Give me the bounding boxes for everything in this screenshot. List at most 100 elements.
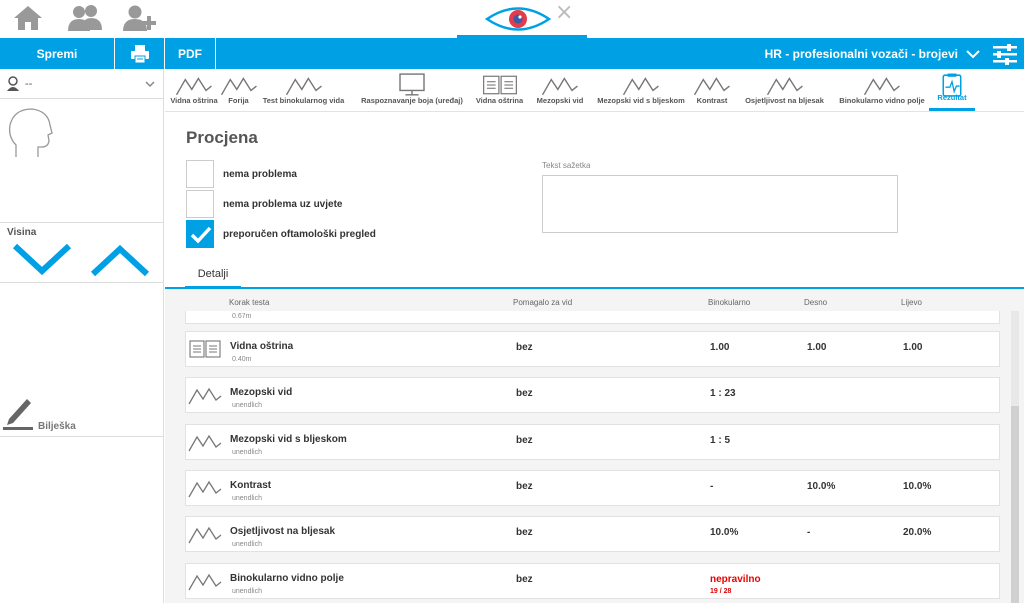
- book-icon: [188, 338, 222, 365]
- checkbox-no-problem-conditions[interactable]: [186, 190, 214, 218]
- row-distance: unendlich: [232, 587, 262, 595]
- table-row[interactable]: Mezopski vid unendlich bez 1 : 23: [185, 377, 1000, 414]
- close-icon[interactable]: ×: [555, 0, 573, 25]
- table-row[interactable]: Vidna oštrina 0.40m bez 1.00 1.00 1.00: [185, 331, 1000, 367]
- chevron-down-icon[interactable]: [145, 80, 155, 88]
- row-vision-aid: bez: [516, 388, 533, 400]
- table-row[interactable]: Kontrast unendlich bez - 10.0% 10.0%: [185, 469, 1000, 506]
- row-distance: unendlich: [232, 448, 262, 456]
- note-label: Bilješka: [38, 421, 76, 432]
- add-user-icon[interactable]: [122, 4, 158, 37]
- row-right-eye: -: [807, 527, 811, 539]
- mountain-icon: [188, 477, 222, 504]
- tab-label: Mezopski vid: [536, 96, 584, 105]
- mountain-icon: [188, 523, 222, 550]
- tab-label: Forija: [228, 96, 249, 105]
- row-vision-aid: bez: [516, 573, 533, 585]
- checkbox-no-problem[interactable]: [186, 160, 214, 188]
- row-distance: 0.67m: [232, 313, 252, 320]
- scrollbar-thumb[interactable]: [1011, 406, 1019, 603]
- mountain-icon: [188, 384, 222, 411]
- tab-6[interactable]: Mezopski vid: [528, 69, 592, 111]
- table-row[interactable]: Osjetljivost na bljesak unendlich bez 10.0%…: [185, 516, 1000, 553]
- tab-2[interactable]: Forija: [220, 69, 257, 111]
- mountain-icon: [188, 570, 222, 597]
- chevron-down-icon[interactable]: [966, 47, 980, 65]
- tab-label: Rezultat: [937, 93, 967, 102]
- tab-label: Osjetljivost na bljesak: [745, 96, 824, 105]
- row-step-name: Binokularno vidno polje: [230, 572, 344, 584]
- row-binocular: 1 : 23: [710, 388, 736, 400]
- test-tabs: Vidna oštrina Forija Test binokularnog vid…: [165, 69, 1024, 112]
- save-button[interactable]: Spremi: [0, 38, 115, 69]
- profile-title[interactable]: HR - profesionalni vozači - brojevi: [765, 47, 958, 61]
- table-row[interactable]: Mezopski vid s bljeskom unendlich bez 1 : 5: [185, 423, 1000, 460]
- row-distance: 0.40m: [232, 356, 252, 363]
- row-left-eye: 20.0%: [903, 527, 932, 539]
- head-profile-icon: [8, 108, 53, 157]
- mountain-icon: [188, 431, 222, 458]
- summary-textarea[interactable]: [542, 175, 898, 233]
- tab-10[interactable]: Binokularno vidno polje: [835, 69, 929, 111]
- tab-11[interactable]: Rezultat: [929, 69, 975, 111]
- checkbox-ophthalmologic-exam-label: preporučen oftamološki pregled: [223, 229, 376, 240]
- row-binocular: nepravilno: [710, 573, 761, 585]
- tab-label: Binokularno vidno polje: [839, 96, 925, 105]
- col-header-step: Korak testa: [229, 298, 270, 307]
- row-binocular: 10.0%: [710, 527, 739, 539]
- pdf-button[interactable]: PDF: [165, 38, 216, 69]
- top-bar: ×: [0, 0, 1024, 38]
- row-left-eye: 10.0%: [903, 480, 932, 492]
- row-step-name: Mezopski vid: [230, 387, 293, 399]
- settings-sliders-icon[interactable]: [992, 43, 1018, 70]
- row-distance: unendlich: [232, 541, 262, 549]
- scrollbar[interactable]: [1011, 311, 1019, 603]
- page-title: Procjena: [186, 128, 258, 147]
- user-value: --: [25, 77, 33, 90]
- sidebar: -- Visina Bilješka: [0, 69, 164, 603]
- checkbox-no-problem-label: nema problema: [223, 169, 297, 180]
- head-illustration: [0, 99, 163, 223]
- user-selector[interactable]: --: [0, 69, 163, 99]
- height-up-button[interactable]: [90, 243, 150, 277]
- tab-5[interactable]: Vidna oštrina: [471, 69, 528, 111]
- row-step-name: Vidna oštrina: [230, 341, 294, 352]
- row-right-eye: 10.0%: [807, 480, 836, 492]
- details-table: 0.67m Vidna oštrina 0.40m bez 1.00 1.00 1.00 M…: [185, 311, 1001, 603]
- table-row[interactable]: 0.67m: [185, 311, 1000, 324]
- summary-label: Tekst sažetka: [542, 161, 591, 170]
- row-left-eye: 1.00: [903, 342, 923, 353]
- row-right-eye: 1.00: [807, 342, 827, 353]
- tab-4[interactable]: Raspoznavanje boja (uređaj): [353, 69, 471, 111]
- tab-3[interactable]: Test binokularnog vida: [254, 69, 353, 111]
- col-header-binocular: Binokularno: [708, 298, 751, 307]
- tab-label: Vidna oštrina: [170, 96, 218, 105]
- checkbox-ophthalmologic-exam[interactable]: [186, 220, 214, 248]
- checkmark-icon: [190, 226, 212, 244]
- tab-details[interactable]: Detalji: [185, 262, 241, 289]
- users-icon[interactable]: [66, 4, 104, 37]
- eye-icon: [485, 7, 551, 31]
- tab-9[interactable]: Osjetljivost na bljesak: [734, 69, 835, 111]
- col-header-right: Desno: [804, 298, 828, 307]
- home-icon[interactable]: [12, 4, 44, 37]
- note-section[interactable]: Bilješka: [0, 283, 163, 437]
- col-header-aid: Pomagalo za vid: [513, 298, 573, 307]
- tab-7[interactable]: Mezopski vid s bljeskom: [592, 69, 690, 111]
- tab-1[interactable]: Vidna oštrina: [165, 69, 223, 111]
- print-button[interactable]: [115, 38, 165, 69]
- row-vision-aid: bez: [516, 434, 533, 446]
- row-distance: unendlich: [232, 494, 262, 502]
- row-binocular: -: [710, 480, 714, 492]
- tab-8[interactable]: Kontrast: [690, 69, 734, 111]
- height-down-button[interactable]: [12, 243, 72, 277]
- row-binocular-detail: 19 / 28: [710, 587, 732, 595]
- table-row[interactable]: Binokularno vidno polje unendlich bez nepra…: [185, 562, 1000, 599]
- tab-label: Raspoznavanje boja (uređaj): [361, 96, 463, 105]
- row-step-name: Osjetljivost na bljesak: [230, 526, 336, 538]
- tab-label: Vidna oštrina: [475, 96, 524, 105]
- height-control: Visina: [0, 223, 163, 283]
- row-distance: unendlich: [232, 402, 262, 410]
- row-vision-aid: bez: [516, 527, 533, 539]
- user-avatar-icon: [7, 75, 19, 91]
